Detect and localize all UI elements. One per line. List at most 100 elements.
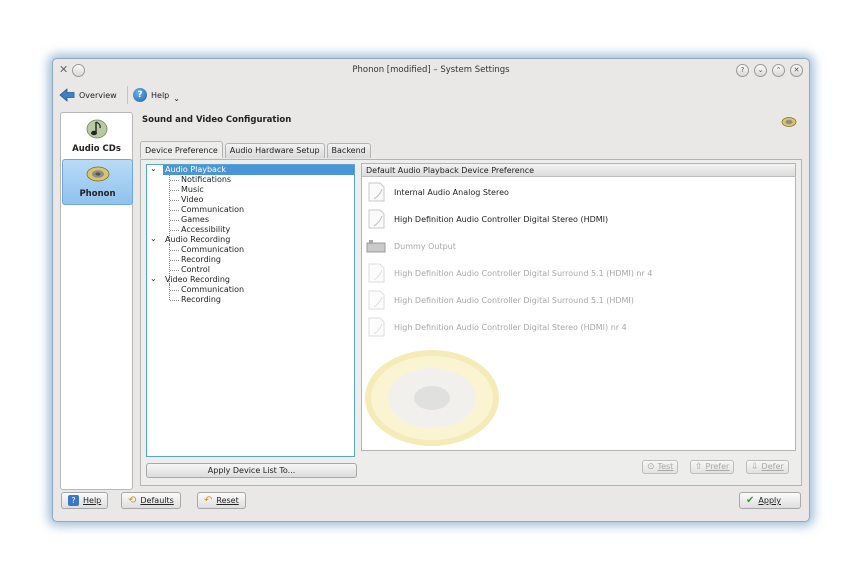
- expand-arrow-icon[interactable]: ⌄: [150, 164, 157, 173]
- device-item[interactable]: High Definition Audio Controller Digital…: [366, 208, 608, 230]
- device-name: High Definition Audio Controller Digital…: [394, 295, 634, 305]
- tree-item-games[interactable]: Games: [181, 215, 209, 225]
- audio-card-icon: [368, 209, 385, 229]
- sidebar-item-audio-cds[interactable]: Audio CDs: [62, 115, 131, 159]
- tab-audio-hardware-setup[interactable]: Audio Hardware Setup: [224, 143, 325, 158]
- arrow-up-icon: ⇧: [695, 462, 703, 472]
- prefer-label: Prefer: [705, 462, 730, 471]
- test-label: Test: [657, 462, 674, 471]
- speaker-icon: [86, 166, 109, 182]
- tree-line: [170, 260, 179, 261]
- audio-card-icon: [368, 182, 385, 202]
- tab-backend[interactable]: Backend: [326, 143, 371, 158]
- device-name: Dummy Output: [394, 241, 456, 251]
- apply-label: Apply: [758, 496, 781, 505]
- tree-item-audio-recording[interactable]: Audio Recording: [165, 235, 230, 245]
- minimize-button[interactable]: ⌄: [754, 64, 767, 77]
- play-icon: ⊙: [647, 462, 655, 472]
- expand-arrow-icon[interactable]: ⌄: [150, 234, 157, 243]
- tree-item-audio-playback[interactable]: Audio Playback: [163, 165, 354, 175]
- maximize-button[interactable]: ⌃: [772, 64, 785, 77]
- overview-button[interactable]: Overview: [59, 86, 117, 104]
- tree-line: [170, 290, 179, 291]
- tree-line: [170, 270, 179, 271]
- tree-line: [169, 244, 170, 270]
- tree-item-accessibility[interactable]: Accessibility: [181, 225, 230, 235]
- tree-line: [170, 190, 179, 191]
- defaults-button[interactable]: ⟲ Defaults: [121, 492, 181, 509]
- sidebar-item-phonon[interactable]: Phonon: [62, 159, 133, 205]
- toolbar-separator: [127, 86, 128, 104]
- device-item[interactable]: High Definition Audio Controller Digital…: [366, 316, 627, 338]
- system-settings-window: ✕ Phonon [modified] – System Settings ? …: [52, 58, 810, 522]
- audio-cd-icon: [86, 119, 107, 139]
- tree-line: [170, 300, 179, 301]
- toolbar: Overview ? Help ⌄: [53, 83, 809, 107]
- tab-device-preference[interactable]: Device Preference: [140, 141, 223, 158]
- defaults-label: Defaults: [140, 496, 174, 505]
- context-help-button[interactable]: ?: [736, 64, 749, 77]
- expand-arrow-icon[interactable]: ⌄: [150, 274, 157, 283]
- apply-device-list-button[interactable]: Apply Device List To...: [146, 463, 357, 478]
- tree-line: [170, 250, 179, 251]
- reset-label: Reset: [216, 496, 239, 505]
- help-label: Help: [151, 90, 170, 100]
- category-tree[interactable]: ⌄ ⌄ ⌄ Audio Playback Notifications Music…: [146, 164, 355, 457]
- tree-item-video[interactable]: Video: [181, 195, 203, 205]
- device-item[interactable]: High Definition Audio Controller Digital…: [366, 289, 634, 311]
- device-list-header: Default Audio Playback Device Preference: [362, 164, 795, 177]
- help-icon: ?: [68, 495, 79, 506]
- tree-item-notifications[interactable]: Notifications: [181, 175, 231, 185]
- tree-line: [170, 230, 179, 231]
- close-button[interactable]: ✕: [790, 64, 803, 77]
- title-bar[interactable]: ✕ Phonon [modified] – System Settings ? …: [53, 59, 809, 83]
- tree-item-music[interactable]: Music: [181, 185, 204, 195]
- window-title: Phonon [modified] – System Settings: [352, 65, 510, 75]
- speaker-icon: [781, 117, 797, 127]
- chevron-down-icon: ⌄: [173, 93, 180, 103]
- help-button[interactable]: ? Help: [61, 492, 109, 509]
- tree-line: [170, 200, 179, 201]
- reset-button[interactable]: ↶ Reset: [197, 492, 246, 509]
- tree-item-communication[interactable]: Communication: [181, 205, 244, 215]
- device-preference-list[interactable]: Default Audio Playback Device Preference…: [361, 163, 796, 451]
- tree-line: [169, 284, 170, 300]
- prefer-button[interactable]: ⇧ Prefer: [690, 460, 735, 474]
- audio-card-icon: [368, 263, 385, 283]
- audio-card-icon: [368, 290, 385, 310]
- tree-line: [170, 220, 179, 221]
- device-item[interactable]: Dummy Output: [366, 235, 456, 257]
- defer-button[interactable]: ⇩ Defer: [746, 460, 789, 474]
- arrow-down-icon: ⇩: [751, 462, 759, 472]
- device-item[interactable]: High Definition Audio Controller Digital…: [366, 262, 652, 284]
- device-name: High Definition Audio Controller Digital…: [394, 322, 627, 332]
- device-item[interactable]: Internal Audio Analog Stereo: [366, 181, 509, 203]
- test-button[interactable]: ⊙ Test: [642, 460, 679, 474]
- speaker-watermark-icon: [365, 350, 499, 446]
- tree-item-communication[interactable]: Communication: [181, 285, 244, 295]
- back-arrow-icon: [59, 88, 75, 102]
- help-icon: ?: [133, 88, 147, 102]
- category-sidebar: Audio CDs Phonon: [60, 112, 133, 490]
- device-name: High Definition Audio Controller Digital…: [394, 268, 653, 278]
- undo-icon: ↶: [204, 495, 213, 506]
- help-label: Help: [83, 496, 102, 505]
- tree-item-video-recording[interactable]: Video Recording: [165, 275, 230, 285]
- tab-bar: Device Preference Audio Hardware Setup B…: [140, 141, 373, 159]
- tree-item-recording[interactable]: Recording: [181, 295, 221, 305]
- help-menu-button[interactable]: ? Help ⌄: [133, 86, 180, 104]
- hardware-card-icon: [366, 240, 386, 253]
- tree-line: [170, 210, 179, 211]
- defaults-icon: ⟲: [128, 495, 137, 506]
- sidebar-item-label: Audio CDs: [72, 144, 121, 154]
- tree-item-recording[interactable]: Recording: [181, 255, 221, 265]
- module-title: Sound and Video Configuration: [142, 115, 292, 125]
- device-name: High Definition Audio Controller Digital…: [394, 214, 609, 224]
- checkmark-icon: ✔: [746, 495, 755, 506]
- tree-item-control[interactable]: Control: [181, 265, 210, 275]
- device-name: Internal Audio Analog Stereo: [394, 187, 509, 197]
- tree-item-communication[interactable]: Communication: [181, 245, 244, 255]
- defer-label: Defer: [761, 462, 784, 471]
- apply-button[interactable]: ✔ Apply: [739, 492, 801, 509]
- tree-line: [170, 180, 179, 181]
